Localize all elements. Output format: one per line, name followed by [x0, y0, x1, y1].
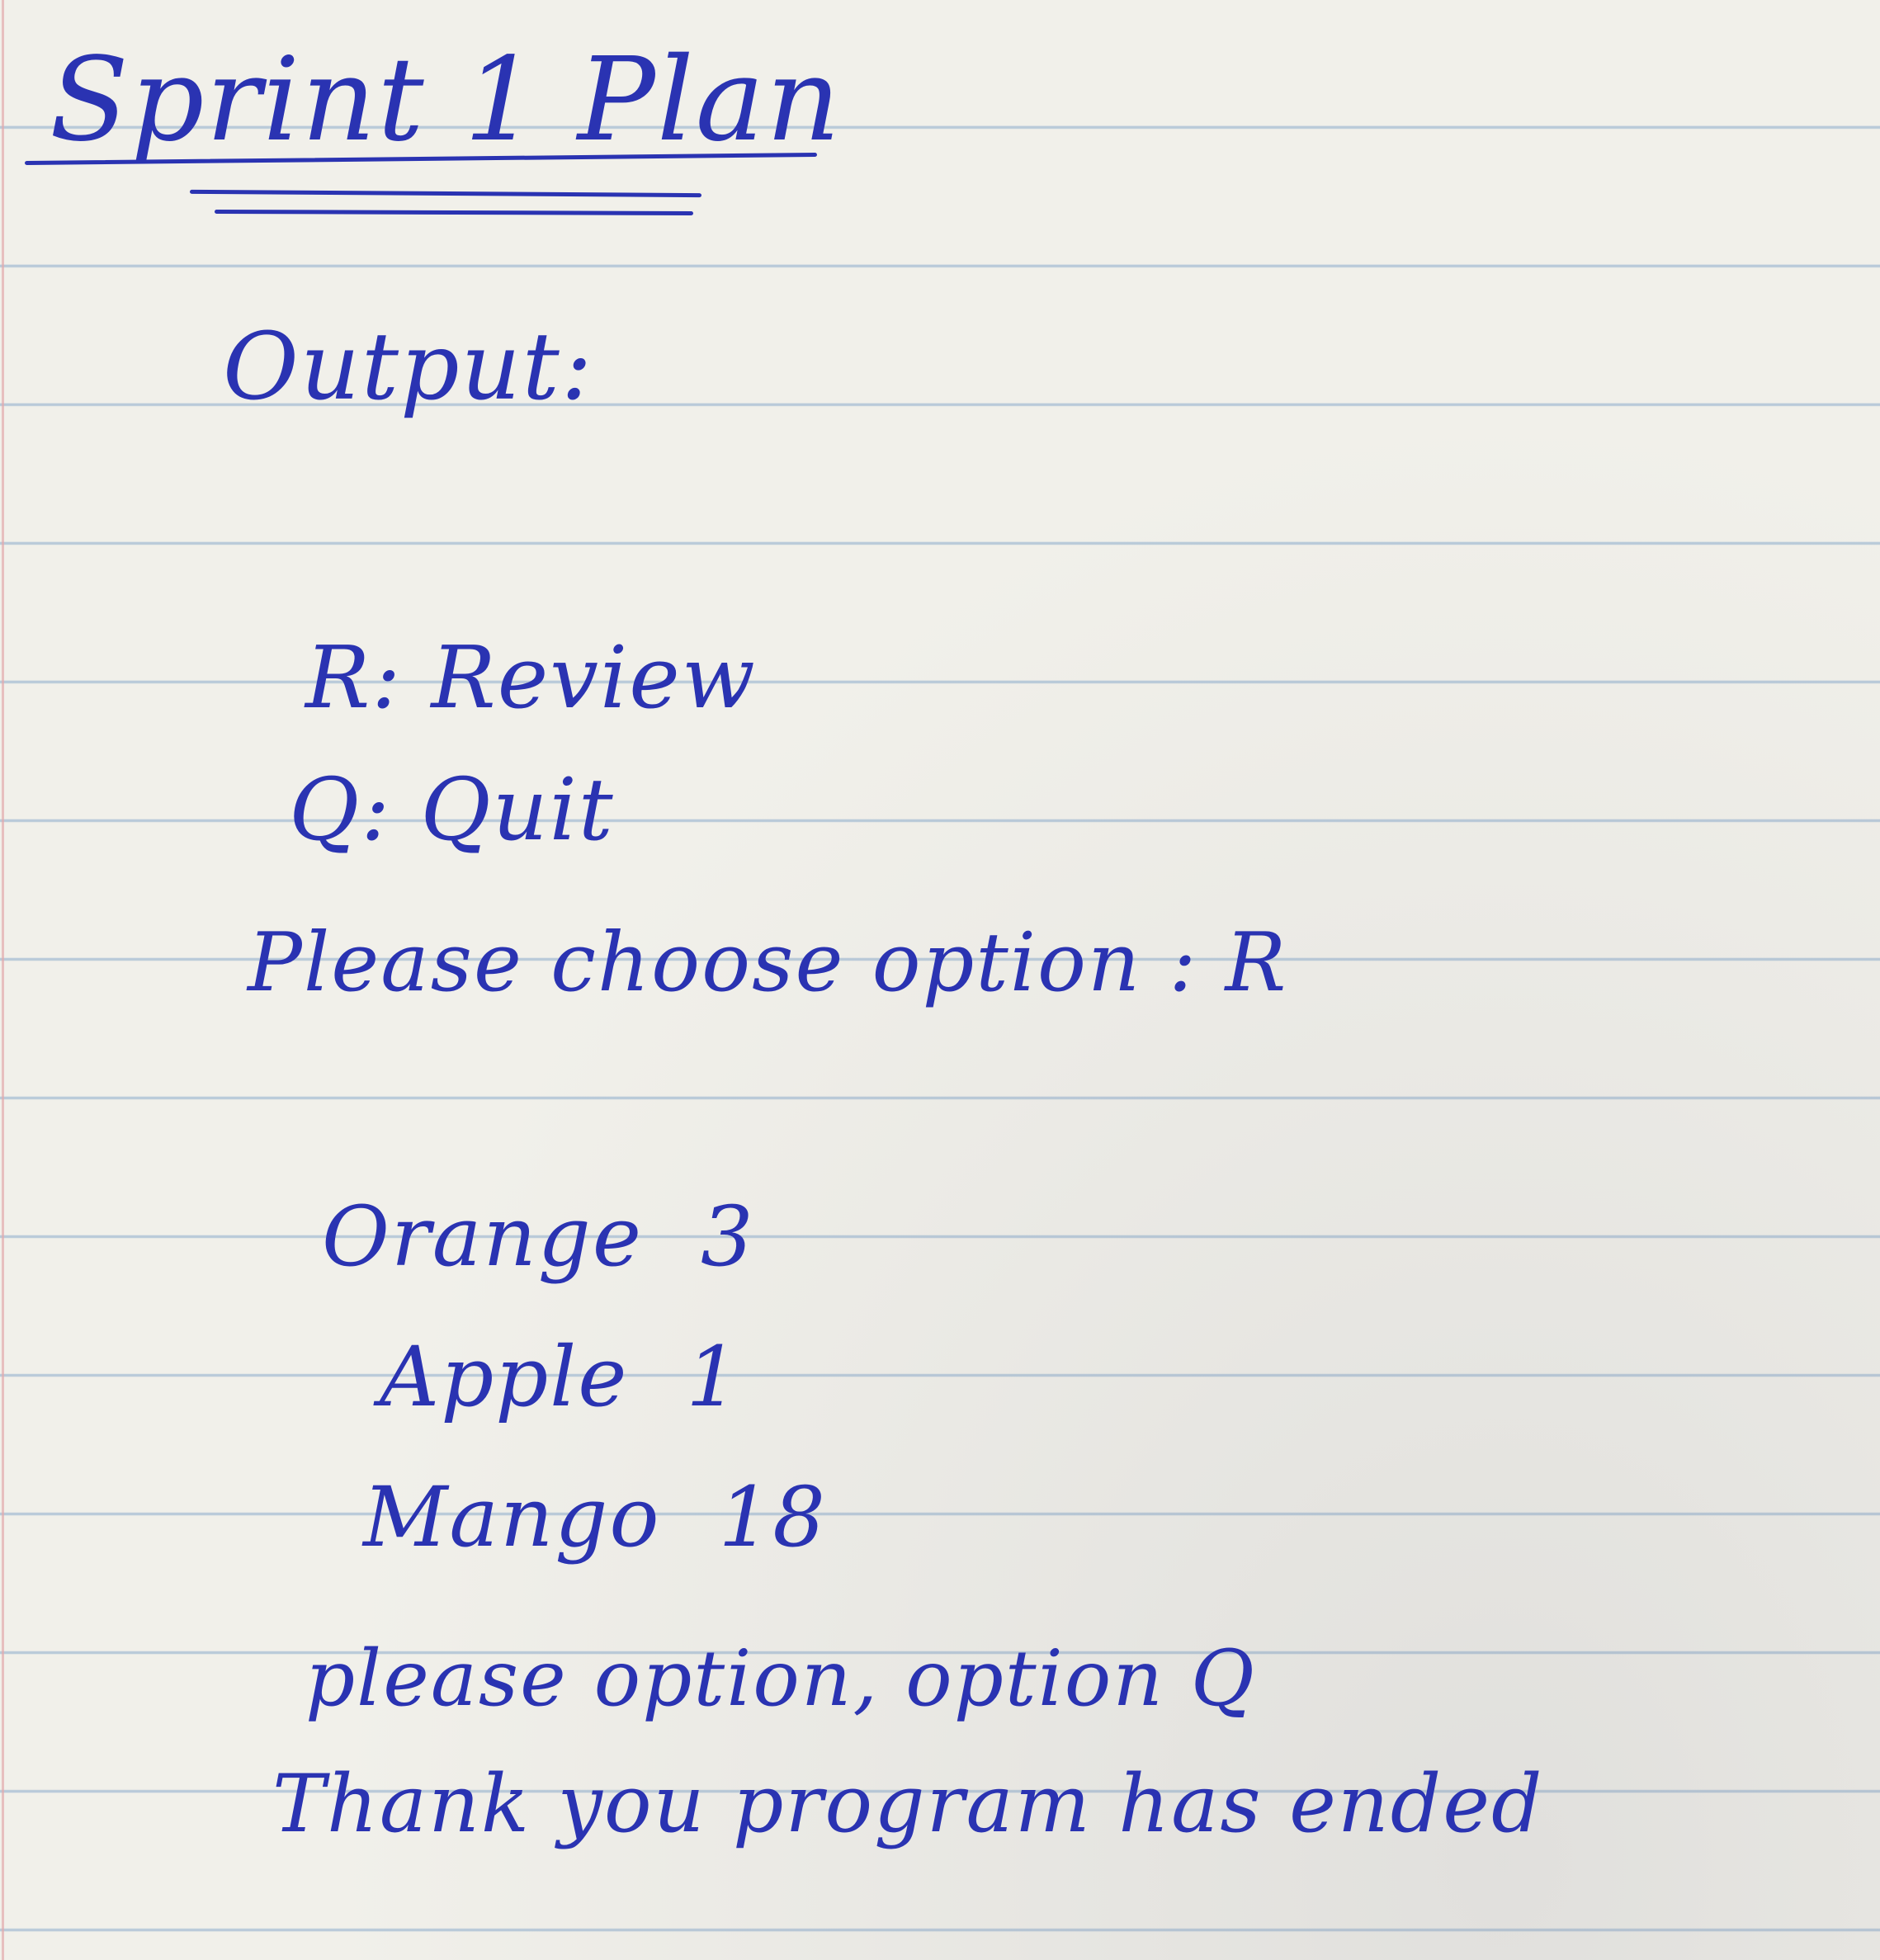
- item-qty: 18: [718, 1469, 827, 1566]
- item-name: Mango: [363, 1469, 661, 1566]
- menu-option-quit: Q: Quit: [289, 759, 615, 860]
- closing-message: Thank you program has ended: [272, 1758, 1544, 1850]
- notebook-page: Sprint 1 Plan Output: R: Review Q: Quit …: [0, 0, 1880, 1960]
- item-qty: 3: [701, 1188, 755, 1285]
- inventory-row: Apple 1: [380, 1329, 740, 1425]
- item-name: Orange: [322, 1188, 644, 1285]
- menu-option-review: R: Review: [305, 627, 757, 728]
- title-underline-double: [189, 189, 702, 198]
- inventory-row: Orange 3: [322, 1188, 755, 1285]
- prompt-choose-option: Please choose option : R: [248, 916, 1288, 1010]
- output-label: Output:: [223, 314, 594, 421]
- item-qty: 1: [686, 1329, 741, 1425]
- item-name: Apple: [380, 1329, 629, 1425]
- inventory-row: Mango 18: [363, 1469, 827, 1566]
- title-underline-triple: [214, 209, 694, 216]
- prompt-option-quit: please option, option Q: [305, 1634, 1256, 1724]
- show-through-smudge: [825, 388, 1139, 487]
- margin-line: [2, 0, 4, 1960]
- page-title: Sprint 1 Plan: [50, 33, 843, 168]
